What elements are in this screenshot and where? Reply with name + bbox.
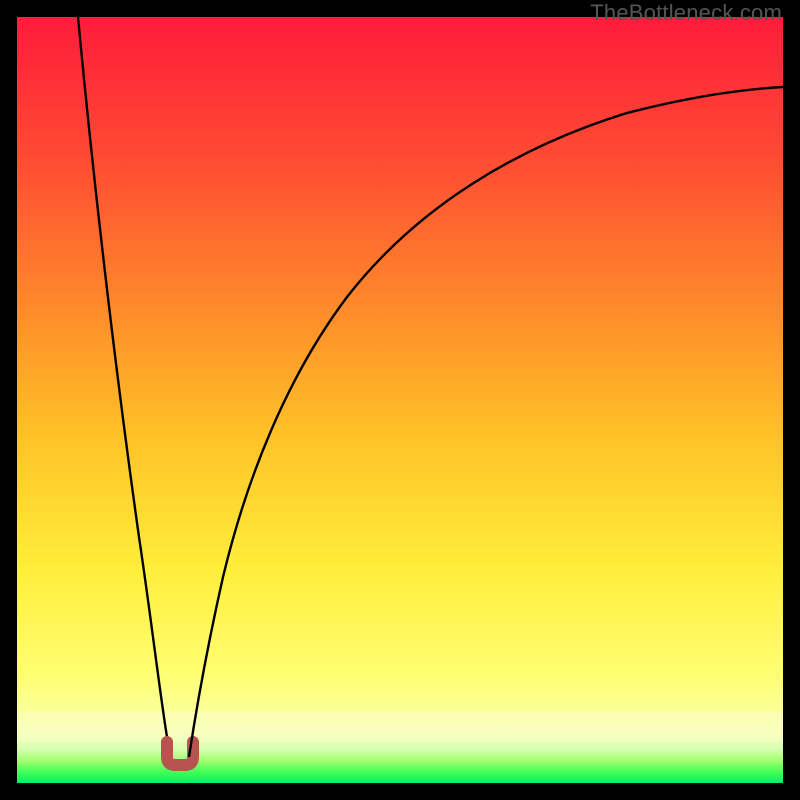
bottleneck-chart <box>17 17 783 783</box>
outer-frame: TheBottleneck.com <box>0 0 800 800</box>
highlight-band <box>17 712 783 742</box>
watermark-label: TheBottleneck.com <box>590 0 782 26</box>
heatmap-background <box>17 17 783 783</box>
plot-viewport <box>17 17 783 783</box>
